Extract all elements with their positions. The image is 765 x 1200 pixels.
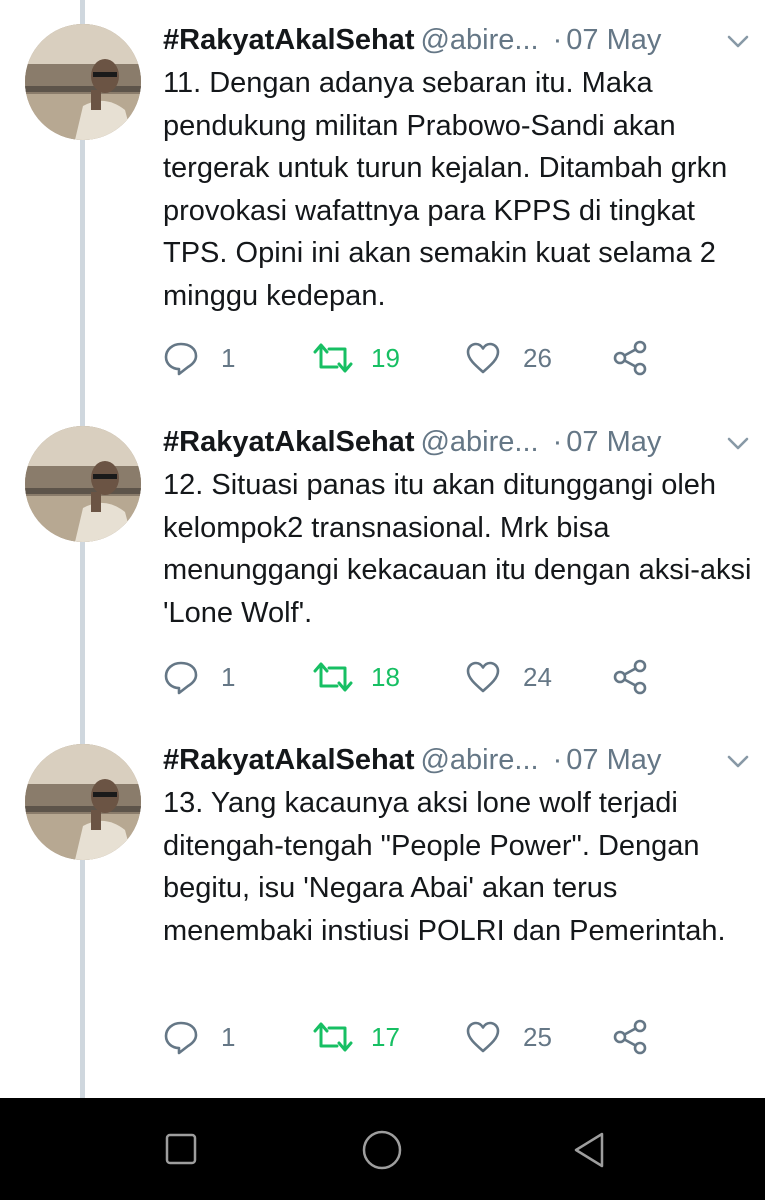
reply-icon <box>163 659 199 695</box>
retweet-count: 17 <box>371 1021 400 1052</box>
triangle-back-icon <box>568 1132 612 1176</box>
retweet-count: 18 <box>371 661 400 692</box>
display-name[interactable]: #RakyatAkalSehat <box>163 426 414 458</box>
tweet-header: #RakyatAkalSehat @abire... · 07 May <box>163 422 753 462</box>
tweet-actions: 1 19 26 <box>163 338 753 378</box>
tweet-text: 12. Situasi panas itu akan ditunggangi o… <box>163 469 752 629</box>
separator-dot: · <box>552 24 563 56</box>
share-icon <box>611 659 651 695</box>
avatar[interactable] <box>25 426 141 542</box>
like-count: 26 <box>523 342 552 373</box>
circle-icon <box>360 1130 404 1176</box>
back-button[interactable] <box>568 1128 612 1172</box>
like-count: 25 <box>523 1021 552 1052</box>
display-name[interactable]: #RakyatAkalSehat <box>163 744 414 776</box>
reply-icon <box>163 340 199 376</box>
user-handle[interactable]: @abire... <box>420 426 538 458</box>
reply-count: 1 <box>221 342 236 373</box>
chevron-down-icon[interactable] <box>723 746 753 776</box>
retweet-icon <box>313 1019 353 1055</box>
tweet-header: #RakyatAkalSehat @abire... · 07 May <box>163 740 753 780</box>
tweet-actions: 1 18 24 <box>163 657 753 697</box>
share-icon <box>611 1019 651 1055</box>
tweet-actions: 1 17 25 <box>163 1017 753 1057</box>
retweet-button[interactable]: 19 <box>313 338 400 378</box>
reply-button[interactable]: 1 <box>163 1017 235 1057</box>
share-icon <box>611 340 651 376</box>
user-handle[interactable]: @abire... <box>420 744 538 776</box>
like-button[interactable]: 25 <box>465 1017 552 1057</box>
retweet-count: 19 <box>371 342 400 373</box>
recents-button[interactable] <box>160 1128 204 1172</box>
reply-count: 1 <box>221 661 236 692</box>
tweet[interactable]: #RakyatAkalSehat @abire... · 07 May 11. Den… <box>0 20 765 380</box>
home-button[interactable] <box>360 1128 404 1172</box>
reply-button[interactable]: 1 <box>163 657 235 697</box>
tweet-thread: #RakyatAkalSehat @abire... · 07 May 11. Den… <box>0 0 765 1098</box>
like-count: 24 <box>523 661 552 692</box>
user-handle[interactable]: @abire... <box>420 24 538 56</box>
heart-icon <box>465 1019 501 1055</box>
retweet-button[interactable]: 17 <box>313 1017 400 1057</box>
reply-icon <box>163 1019 199 1055</box>
like-button[interactable]: 26 <box>465 338 552 378</box>
tweet-text: 13. Yang kacaunya aksi lone wolf terjadi… <box>163 787 726 947</box>
reply-count: 1 <box>221 1021 236 1052</box>
tweet[interactable]: #RakyatAkalSehat @abire... · 07 May 12. Sit… <box>0 422 765 712</box>
tweet-date[interactable]: 07 May <box>566 426 661 458</box>
system-navigation-bar <box>0 1098 765 1200</box>
tweet-text: 11. Dengan adanya sebaran itu. Maka pend… <box>163 67 728 312</box>
chevron-down-icon[interactable] <box>723 26 753 56</box>
share-button[interactable] <box>611 657 651 697</box>
square-icon <box>160 1133 204 1176</box>
separator-dot: · <box>552 744 563 776</box>
tweet[interactable]: #RakyatAkalSehat @abire... · 07 May 13. Yan… <box>0 740 765 1070</box>
separator-dot: · <box>552 426 563 458</box>
avatar[interactable] <box>25 744 141 860</box>
retweet-icon <box>313 340 353 376</box>
retweet-icon <box>313 659 353 695</box>
heart-icon <box>465 659 501 695</box>
reply-button[interactable]: 1 <box>163 338 235 378</box>
share-button[interactable] <box>611 338 651 378</box>
heart-icon <box>465 340 501 376</box>
tweet-date[interactable]: 07 May <box>566 24 661 56</box>
chevron-down-icon[interactable] <box>723 428 753 458</box>
like-button[interactable]: 24 <box>465 657 552 697</box>
avatar[interactable] <box>25 24 141 140</box>
retweet-button[interactable]: 18 <box>313 657 400 697</box>
tweet-date[interactable]: 07 May <box>566 744 661 776</box>
display-name[interactable]: #RakyatAkalSehat <box>163 24 414 56</box>
tweet-header: #RakyatAkalSehat @abire... · 07 May <box>163 20 753 60</box>
share-button[interactable] <box>611 1017 651 1057</box>
